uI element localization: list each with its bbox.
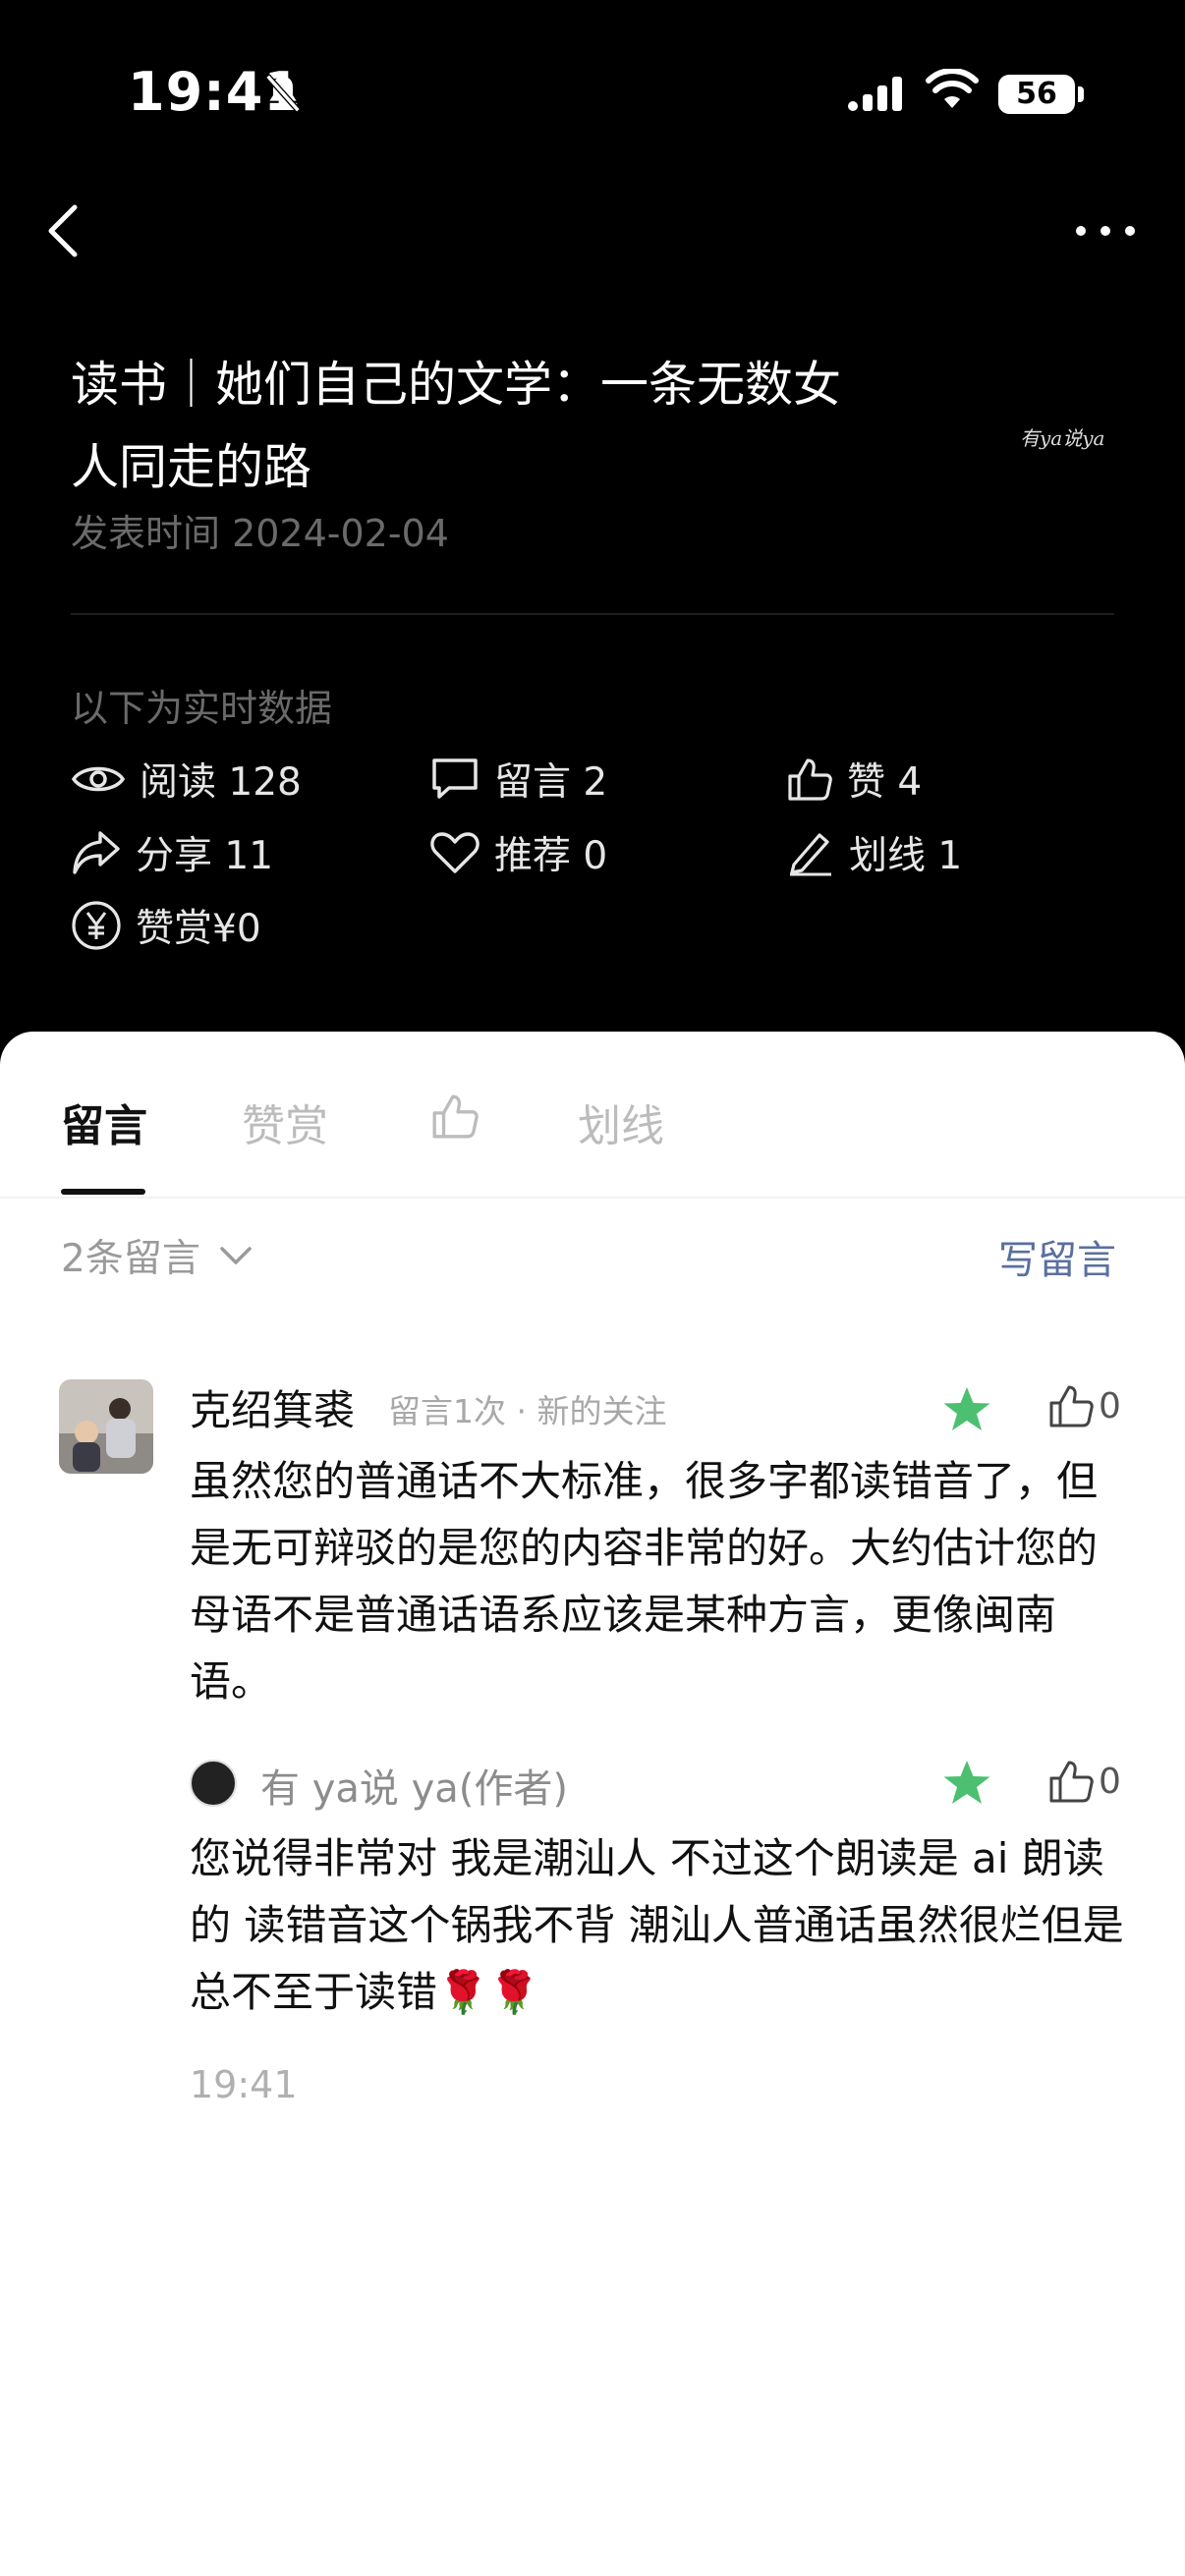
realtime-label: 以下为实时数据: [71, 687, 333, 730]
stat-shares: 分享 11: [71, 823, 273, 882]
tabs-divider: [0, 1197, 1185, 1199]
reply-text: 您说得非常对 我是潮汕人 不过这个朗读是 ai 朗读的 读错音这个锅我不背 潮汕…: [190, 1834, 1124, 2016]
tab-likes-thumbs-up-icon[interactable]: [430, 1092, 480, 1140]
commenter-meta: 留言1次 · 新的关注: [388, 1392, 667, 1430]
pen-icon: [790, 833, 831, 876]
publish-date: 发表时间 2024-02-04: [71, 512, 449, 555]
reply-like-button[interactable]: 0: [1047, 1759, 1121, 1804]
write-comment-button[interactable]: 写留言: [998, 1228, 1116, 1285]
tab-comments[interactable]: 留言: [61, 1091, 147, 1153]
more-options-icon[interactable]: [1071, 214, 1140, 248]
stat-reward-label: 赞赏¥0: [136, 907, 261, 951]
thumbs-up-icon: [788, 758, 832, 801]
stat-reward: 赞赏¥0: [71, 896, 261, 955]
comment-like-button[interactable]: 0: [1047, 1383, 1121, 1428]
tab-reward[interactable]: 赞赏: [242, 1091, 328, 1153]
stat-underline-label: 划线 1: [849, 834, 963, 878]
thumbs-up-icon: [1049, 1385, 1094, 1428]
stat-recommend: 推荐 0: [429, 823, 607, 882]
featured-star-icon[interactable]: [941, 1759, 992, 1808]
reply-timestamp: 19:41: [190, 2063, 298, 2106]
stat-read: 阅读 128: [71, 750, 302, 809]
stat-read-label: 阅读 128: [140, 760, 302, 805]
comment-text: 虽然您的普通话不大标准，很多字都读错音了，但是无可辩驳的是您的内容非常的好。大约…: [190, 1457, 1099, 1706]
featured-star-icon[interactable]: [941, 1385, 992, 1434]
stat-shares-label: 分享 11: [136, 834, 274, 878]
comment-count-dropdown[interactable]: 2条留言: [61, 1228, 254, 1283]
page: 19:41 56 读书｜她们自己的文学：一条无数女 人同走的路 有ya说ya 发…: [0, 0, 1185, 2576]
chevron-down-icon: [220, 1247, 252, 1264]
stat-comments: 留言 2: [429, 750, 607, 809]
yen-circle-icon: [72, 901, 121, 950]
commenter-name[interactable]: 克绍箕裘: [190, 1377, 355, 1437]
back-arrow-icon[interactable]: [41, 201, 90, 260]
article-title-line1: 读书｜她们自己的文学：一条无数女: [71, 357, 842, 413]
author-avatar[interactable]: [190, 1760, 237, 1807]
active-tab-indicator: [61, 1189, 145, 1195]
commenter-avatar[interactable]: [59, 1379, 153, 1474]
article-title: 读书｜她们自己的文学：一条无数女 人同走的路: [71, 344, 916, 509]
comment-like-count: 0: [1099, 1385, 1121, 1427]
status-bar: 19:41 56: [0, 0, 1185, 187]
comment-icon: [432, 758, 478, 799]
stat-likes: 赞 4: [786, 750, 922, 809]
tab-underline[interactable]: 划线: [578, 1091, 664, 1153]
stat-recommend-label: 推荐 0: [494, 834, 608, 878]
reply-author-name[interactable]: 有 ya说 ya(作者): [260, 1757, 568, 1814]
eye-icon: [71, 766, 126, 792]
signal-icon: [848, 77, 902, 111]
article-title-line2: 人同走的路: [71, 439, 312, 495]
wifi-icon: [926, 69, 979, 108]
heart-icon: [430, 832, 480, 873]
thumbs-up-icon: [1049, 1761, 1094, 1803]
stat-underline: 划线 1: [786, 823, 962, 882]
battery-level: 56: [998, 75, 1075, 114]
battery-cap: [1078, 86, 1084, 102]
author-signature: 有ya说ya: [1020, 426, 1105, 450]
reply-like-count: 0: [1099, 1761, 1121, 1802]
share-icon: [73, 831, 120, 874]
divider: [71, 613, 1114, 615]
comment-count-label: 2条留言: [61, 1237, 200, 1281]
stat-comments-label: 留言 2: [494, 760, 608, 805]
bell-muted-icon: [265, 74, 301, 113]
stat-likes-label: 赞 4: [847, 760, 923, 805]
